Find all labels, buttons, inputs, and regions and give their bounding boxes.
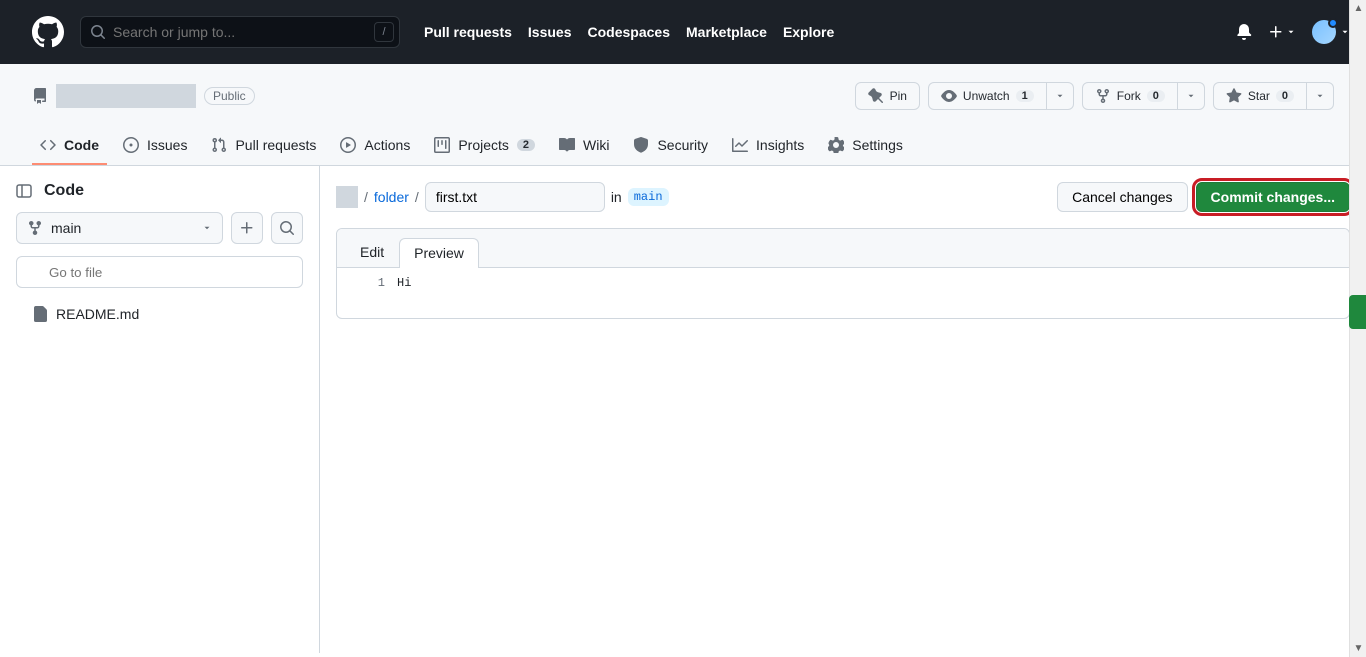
- tab-issues[interactable]: Issues: [115, 127, 195, 165]
- nav-pull-requests[interactable]: Pull requests: [424, 24, 512, 40]
- editor-box: Edit Preview 1 Hi: [336, 228, 1350, 319]
- file-tree-item[interactable]: README.md: [24, 300, 303, 328]
- file-filter-input[interactable]: [16, 256, 303, 288]
- notifications-icon[interactable]: [1236, 24, 1252, 40]
- watch-count: 1: [1016, 90, 1034, 102]
- nav-codespaces[interactable]: Codespaces: [588, 24, 670, 40]
- nav-marketplace[interactable]: Marketplace: [686, 24, 767, 40]
- tab-code[interactable]: Code: [32, 127, 107, 165]
- avatar: [1312, 20, 1336, 44]
- global-header: / Pull requests Issues Codespaces Market…: [0, 0, 1366, 64]
- sidebar-title: Code: [44, 182, 84, 200]
- github-logo[interactable]: [32, 16, 64, 48]
- add-menu[interactable]: [1268, 24, 1296, 40]
- editor-tab-edit[interactable]: Edit: [345, 237, 399, 267]
- in-label: in: [611, 189, 622, 205]
- add-file-button[interactable]: [231, 212, 263, 244]
- editor-body[interactable]: 1 Hi: [337, 268, 1349, 318]
- line-number: 1: [337, 268, 397, 318]
- search-files-button[interactable]: [271, 212, 303, 244]
- fork-button[interactable]: Fork 0: [1082, 82, 1178, 110]
- search-icon: [90, 24, 106, 40]
- tab-insights[interactable]: Insights: [724, 127, 812, 165]
- cancel-button[interactable]: Cancel changes: [1057, 182, 1187, 212]
- tab-settings[interactable]: Settings: [820, 127, 911, 165]
- watch-dropdown[interactable]: [1047, 82, 1074, 110]
- repo-name-redacted: [56, 84, 196, 108]
- owner-avatar[interactable]: [336, 186, 358, 208]
- side-panel-icon[interactable]: [16, 183, 32, 199]
- breadcrumb: / folder / in main Cancel changes Commit…: [336, 182, 1350, 212]
- scroll-down-arrow[interactable]: ▼: [1350, 640, 1366, 657]
- editor-tab-preview[interactable]: Preview: [399, 238, 479, 268]
- star-dropdown[interactable]: [1307, 82, 1334, 110]
- repo-icon: [32, 88, 48, 104]
- repo-header: Public Pin Unwatch 1 Fork 0 St: [0, 64, 1366, 128]
- line-content: Hi: [397, 268, 411, 318]
- tab-pull-requests[interactable]: Pull requests: [203, 127, 324, 165]
- global-search: /: [80, 16, 400, 48]
- branch-pill: main: [628, 188, 669, 206]
- tab-actions[interactable]: Actions: [332, 127, 418, 165]
- filename-input[interactable]: [425, 182, 605, 212]
- tab-security[interactable]: Security: [625, 127, 716, 165]
- tab-wiki[interactable]: Wiki: [551, 127, 617, 165]
- star-button[interactable]: Star 0: [1213, 82, 1307, 110]
- fork-dropdown[interactable]: [1178, 82, 1205, 110]
- global-nav: Pull requests Issues Codespaces Marketpl…: [424, 24, 834, 40]
- breadcrumb-folder[interactable]: folder: [374, 189, 409, 205]
- nav-explore[interactable]: Explore: [783, 24, 834, 40]
- pin-button[interactable]: Pin: [855, 82, 920, 110]
- user-menu[interactable]: [1312, 20, 1350, 44]
- commit-button[interactable]: Commit changes...: [1196, 182, 1350, 212]
- scroll-up-arrow[interactable]: ▲: [1350, 0, 1366, 17]
- scroll-indicator: [1349, 295, 1366, 329]
- nav-issues[interactable]: Issues: [528, 24, 572, 40]
- file-tree-sidebar: Code main README.md: [0, 166, 320, 653]
- star-count: 0: [1276, 90, 1294, 102]
- projects-count: 2: [517, 139, 535, 151]
- fork-count: 0: [1147, 90, 1165, 102]
- browser-scrollbar[interactable]: ▲ ▼: [1349, 0, 1366, 657]
- editor-panel: / folder / in main Cancel changes Commit…: [320, 166, 1366, 653]
- branch-selector[interactable]: main: [16, 212, 223, 244]
- search-input[interactable]: [80, 16, 400, 48]
- watch-button[interactable]: Unwatch 1: [928, 82, 1047, 110]
- slash-key-hint: /: [374, 22, 394, 42]
- visibility-badge: Public: [204, 87, 255, 105]
- file-icon: [32, 306, 48, 322]
- tab-projects[interactable]: Projects 2: [426, 127, 543, 165]
- repo-tabs: Code Issues Pull requests Actions Projec…: [0, 127, 1366, 166]
